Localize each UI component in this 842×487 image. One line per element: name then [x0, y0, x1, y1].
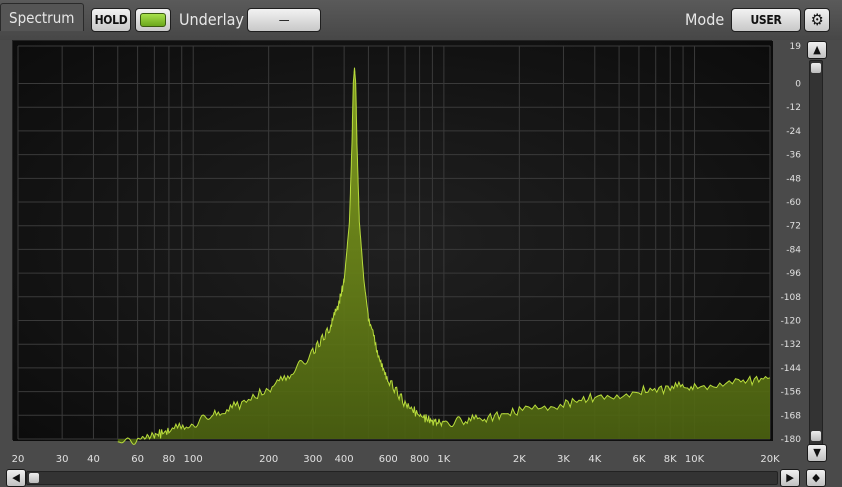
x-tick-label: 4K [588, 454, 601, 465]
x-tick-label: 600 [379, 454, 398, 465]
underlay-select[interactable]: — [247, 8, 321, 32]
x-tick-label: 40 [87, 454, 100, 465]
x-tick-label: 8K [664, 454, 677, 465]
x-tick-label: 300 [303, 454, 322, 465]
y-tick-label: -36 [786, 151, 801, 161]
y-tick-label: -12 [786, 103, 801, 113]
led-indicator-icon [140, 13, 166, 27]
x-tick-label: 800 [410, 454, 429, 465]
x-tick-label: 6K [632, 454, 645, 465]
x-tick-label: 60 [131, 454, 144, 465]
x-tick-label: 20K [760, 454, 780, 465]
y-tick-label: -108 [781, 293, 802, 303]
horizontal-scroll-thumb[interactable] [29, 473, 39, 483]
x-tick-label: 2K [513, 454, 526, 465]
spectrum-plot[interactable]: 19 0 -12 -24 -36 -48 -60 -72 -84 -96 -108 -120 -132 -… [12, 41, 801, 465]
mode-select[interactable]: USER [731, 8, 801, 32]
tab-spectrum[interactable]: Spectrum [0, 3, 84, 31]
mode-label: Mode [685, 10, 725, 29]
x-tick-label: 80 [163, 454, 176, 465]
y-tick-label: 19 [790, 42, 802, 52]
x-tick-label: 100 [184, 454, 203, 465]
y-tick-label: -120 [781, 317, 802, 327]
plot-background [13, 41, 773, 441]
x-tick-label: 200 [259, 454, 278, 465]
vertical-scroll-thumb-bottom[interactable] [811, 431, 821, 441]
x-tick-label: 400 [335, 454, 354, 465]
vertical-scrollbar[interactable]: ▲ ▼ [806, 40, 828, 464]
y-tick-label: -24 [786, 127, 801, 137]
y-tick-label: -168 [781, 411, 802, 421]
y-tick-label: -72 [786, 222, 801, 232]
y-tick-label: -156 [781, 388, 802, 398]
vertical-scroll-thumb-top[interactable] [811, 63, 821, 73]
gear-icon: ⚙ [810, 10, 824, 29]
corner-button[interactable]: ◆ [806, 469, 826, 487]
x-tick-label: 3K [557, 454, 570, 465]
x-tick-label: 30 [56, 454, 69, 465]
y-tick-label: -144 [781, 364, 802, 374]
y-tick-label: -48 [786, 174, 801, 184]
hold-button[interactable]: HOLD [91, 8, 131, 32]
scroll-up-button[interactable]: ▲ [807, 41, 827, 59]
x-tick-label: 20 [12, 454, 25, 465]
underlay-label: Underlay [179, 10, 244, 29]
horizontal-scrollbar[interactable]: ◀ ▶ ◆ [0, 468, 842, 487]
y-tick-label: -60 [786, 198, 801, 208]
y-tick-label: -96 [786, 269, 801, 279]
scroll-left-button[interactable]: ◀ [6, 469, 26, 487]
toolbar: Spectrum HOLD Underlay — Mode USER ⚙ [0, 0, 842, 40]
x-tick-label: 1K [437, 454, 450, 465]
settings-button[interactable]: ⚙ [804, 8, 830, 32]
y-tick-label: -180 [781, 435, 802, 445]
spectrum-panel[interactable]: 19 0 -12 -24 -36 -48 -60 -72 -84 -96 -108 -120 -132 -… [12, 40, 801, 465]
x-tick-label: 10K [685, 454, 705, 465]
horizontal-scroll-track[interactable] [26, 471, 778, 485]
y-tick-label: -84 [786, 245, 801, 255]
y-tick-label: 0 [795, 80, 801, 90]
y-tick-label: -132 [781, 340, 801, 350]
scroll-right-button[interactable]: ▶ [780, 469, 800, 487]
vertical-scroll-track[interactable] [809, 60, 823, 446]
led-toggle-button[interactable] [135, 8, 171, 32]
scroll-down-button[interactable]: ▼ [807, 444, 827, 462]
